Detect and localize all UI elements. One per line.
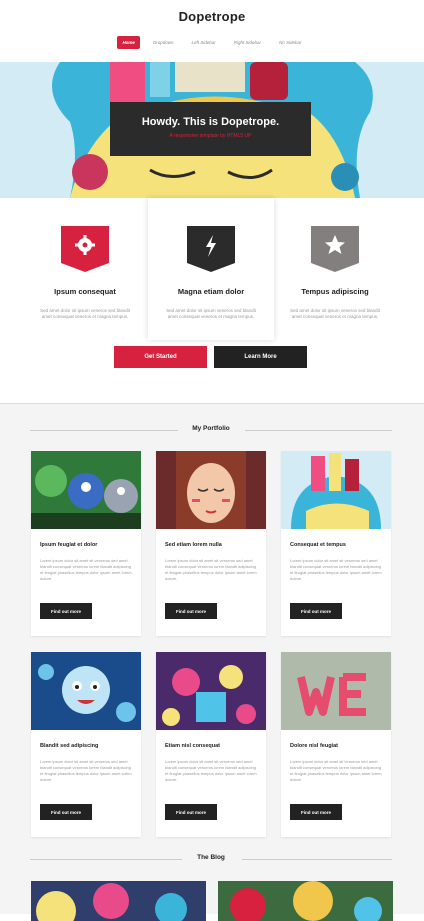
find-out-more-button[interactable]: Find out more [165, 804, 217, 820]
nav-no-sidebar[interactable]: No Sidebar [274, 36, 307, 49]
portfolio-thumbnail[interactable] [281, 652, 391, 730]
banner-caption: Howdy. This is Dopetrope. A responsive t… [110, 102, 311, 156]
feature-title: Magna etiam dolor [177, 287, 245, 296]
portfolio-card: Etiam nisl consequat Lorem ipsum dolor s… [156, 652, 266, 837]
gear-icon [61, 226, 109, 272]
blog-thumbnail[interactable] [31, 881, 206, 921]
site-title[interactable]: Dopetrope [0, 0, 424, 24]
nav-dropdown[interactable]: Dropdown [148, 36, 179, 49]
card-text: Lorem ipsum dolor sit amet sit veroeros … [40, 759, 132, 782]
banner: Howdy. This is Dopetrope. A responsive t… [0, 62, 424, 198]
portfolio-thumbnail[interactable] [31, 451, 141, 529]
portfolio-card: Blandit sed adipiscing Lorem ipsum dolor… [31, 652, 141, 837]
site-header: Dopetrope Home Dropdown Left Sidebar Rig… [0, 0, 424, 62]
feature-text: Sed amet dolor sit ipsum veneros sed bla… [166, 308, 256, 319]
find-out-more-button[interactable]: Find out more [290, 603, 342, 619]
portfolio-card: Dolore nisl feugiat Lorem ipsum dolor si… [281, 652, 391, 837]
star-icon [311, 226, 359, 272]
feature-text: Sed amet dolor sit ipsum veneros sed bla… [290, 308, 380, 319]
feature-title: Tempus adipiscing [301, 287, 369, 296]
find-out-more-button[interactable]: Find out more [40, 804, 92, 820]
portfolio-thumbnail[interactable] [281, 451, 391, 529]
find-out-more-button[interactable]: Find out more [40, 603, 92, 619]
portfolio-card: Consequat et tempus Lorem ipsum dolor si… [281, 451, 391, 636]
card-text: Lorem ipsum dolor sit amet sit veroeros … [40, 558, 132, 581]
nav-home[interactable]: Home [117, 36, 140, 49]
card-title: Ipsum feugiat et dolor [40, 542, 98, 548]
card-text: Lorem ipsum dolor sit amet sit veroeros … [165, 558, 257, 581]
bolt-icon [187, 226, 235, 272]
portfolio-section: My Portfolio Ipsum feugiat et dolor Lore… [0, 403, 424, 921]
feature-title: Ipsum consequat [54, 287, 116, 296]
find-out-more-button[interactable]: Find out more [290, 804, 342, 820]
features-section: Ipsum consequat Sed amet dolor sit ipsum… [0, 198, 424, 403]
card-text: Lorem ipsum dolor sit amet sit veroeros … [290, 759, 382, 782]
feature-2: Magna etiam dolor Sed amet dolor sit ips… [148, 198, 274, 340]
feature-3: Tempus adipiscing Sed amet dolor sit ips… [272, 198, 398, 340]
card-title: Blandit sed adipiscing [40, 743, 99, 749]
main-nav: Home Dropdown Left Sidebar Right Sidebar… [0, 36, 424, 49]
feature-1: Ipsum consequat Sed amet dolor sit ipsum… [22, 198, 148, 340]
portfolio-thumbnail[interactable] [156, 451, 266, 529]
portfolio-thumbnail[interactable] [156, 652, 266, 730]
banner-title: Howdy. This is Dopetrope. [141, 116, 280, 128]
get-started-button[interactable]: Get Started [114, 346, 207, 368]
nav-right-sidebar[interactable]: Right Sidebar [229, 36, 266, 49]
section-title: My Portfolio [192, 425, 230, 432]
blog-heading: The Blog [30, 854, 392, 864]
card-title: Sed etiam lorem nulla [165, 542, 222, 548]
nav-left-sidebar[interactable]: Left Sidebar [186, 36, 220, 49]
card-title: Dolore nisl feugiat [290, 743, 338, 749]
blog-thumbnail[interactable] [218, 881, 393, 921]
card-title: Consequat et tempus [290, 542, 346, 548]
learn-more-button[interactable]: Learn More [214, 346, 307, 368]
section-title: The Blog [197, 854, 225, 861]
portfolio-heading: My Portfolio [30, 425, 392, 435]
feature-text: Sed amet dolor sit ipsum veneros sed bla… [40, 308, 130, 319]
portfolio-thumbnail[interactable] [31, 652, 141, 730]
card-text: Lorem ipsum dolor sit amet sit veroeros … [290, 558, 382, 581]
portfolio-card: Ipsum feugiat et dolor Lorem ipsum dolor… [31, 451, 141, 636]
card-title: Etiam nisl consequat [165, 743, 221, 749]
card-text: Lorem ipsum dolor sit amet sit veroeros … [165, 759, 257, 782]
banner-subtitle: A responsive template by HTML5 UP [169, 133, 252, 139]
portfolio-card: Sed etiam lorem nulla Lorem ipsum dolor … [156, 451, 266, 636]
find-out-more-button[interactable]: Find out more [165, 603, 217, 619]
